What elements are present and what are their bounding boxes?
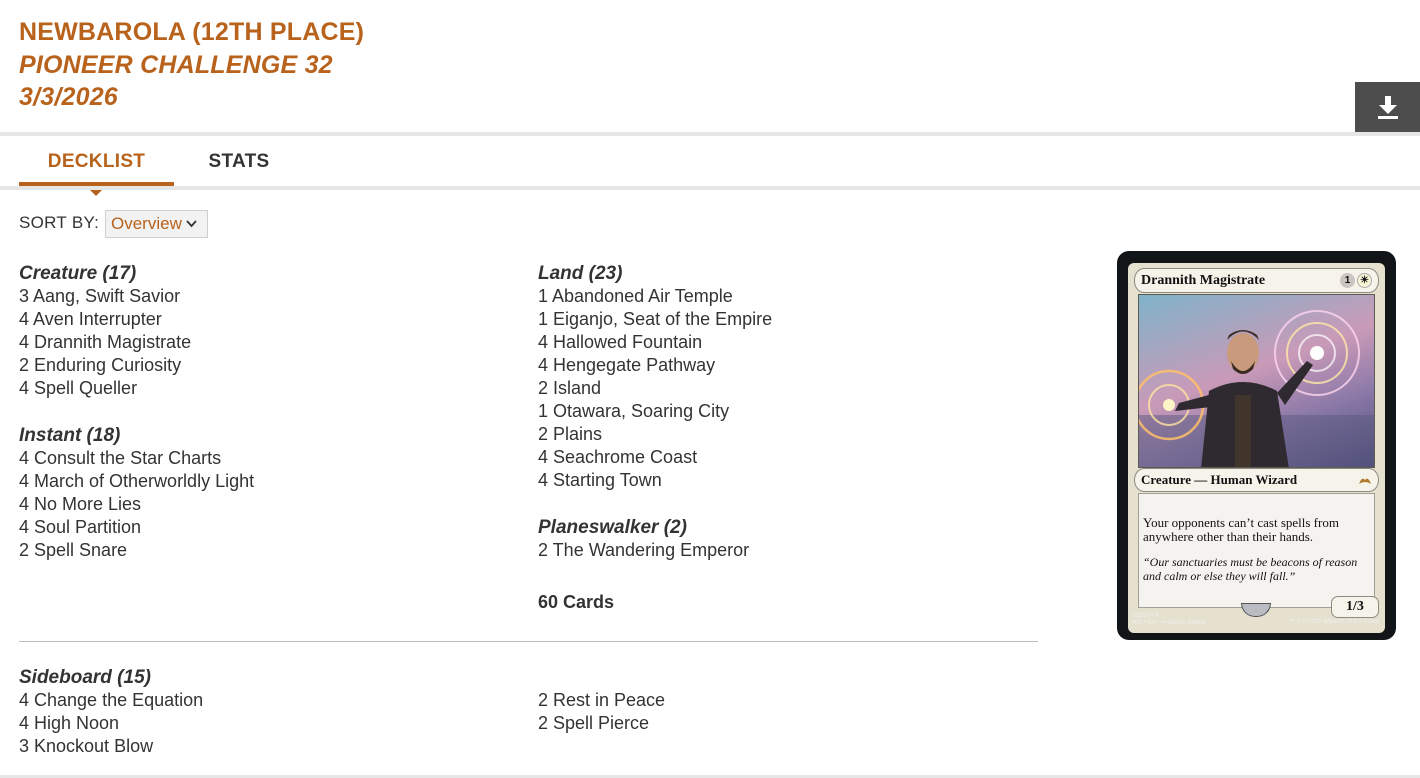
holo-stamp-icon xyxy=(1241,603,1271,617)
card-entry[interactable]: 2 Plains xyxy=(538,423,772,446)
card-entry[interactable]: 1 Eiganjo, Seat of the Empire xyxy=(538,308,772,331)
collector-number: 011/274 R xyxy=(1132,613,1160,619)
card-group-land: Land (23) 1 Abandoned Air Temple 1 Eigan… xyxy=(538,262,772,492)
card-entry[interactable]: 4 Hengegate Pathway xyxy=(538,354,772,377)
card-name: Drannith Magistrate xyxy=(1141,272,1266,288)
sort-select[interactable]: Overview xyxy=(105,210,208,238)
card-group-planeswalker: Planeswalker (2) 2 The Wandering Emperor xyxy=(538,516,772,562)
download-button[interactable] xyxy=(1355,82,1420,132)
maindeck-left-column: Creature (17) 3 Aang, Swift Savior 4 Ave… xyxy=(19,262,254,562)
event-name: PIONEER CHALLENGE 32 xyxy=(19,50,333,79)
card-group-instant: Instant (18) 4 Consult the Star Charts 4… xyxy=(19,424,254,562)
download-icon xyxy=(1377,96,1398,119)
sideboard-title: Sideboard (15) xyxy=(19,667,151,688)
card-entry[interactable]: 4 High Noon xyxy=(19,712,203,735)
group-title: Land (23) xyxy=(538,263,623,284)
card-rules-text: Your opponents can’t cast spells from an… xyxy=(1143,515,1339,544)
card-entry[interactable]: 4 March of Otherworldly Light xyxy=(19,470,254,493)
card-entry[interactable]: 4 Seachrome Coast xyxy=(538,446,772,469)
player-name: NEWBAROLA (12TH PLACE) xyxy=(19,18,365,46)
card-entry[interactable]: 3 Aang, Swift Savior xyxy=(19,285,254,308)
card-entry[interactable]: 2 Rest in Peace xyxy=(538,689,665,712)
deck-total: 60 Cards xyxy=(538,592,615,612)
card-entry[interactable]: 4 Starting Town xyxy=(538,469,772,492)
artist-credit: IKO • EN ⟿ Kieran Yanner xyxy=(1132,620,1206,626)
card-flavor-text: “Our sanctuaries must be beacons of reas… xyxy=(1143,555,1358,583)
event-date: 3/3/2026 xyxy=(19,83,118,111)
card-entry[interactable]: 4 Change the Equation xyxy=(19,689,203,712)
maindeck-right-column: Land (23) 1 Abandoned Air Temple 1 Eigan… xyxy=(538,262,772,562)
card-copyright: ™ & © 2020 Wizards of the Coast xyxy=(1288,619,1379,625)
card-type-bar: Creature — Human Wizard xyxy=(1134,468,1379,492)
card-entry[interactable]: 4 Aven Interrupter xyxy=(19,308,254,331)
tab-stats[interactable]: STATS xyxy=(174,137,304,187)
set-symbol-icon xyxy=(1359,478,1371,484)
group-title: Instant (18) xyxy=(19,425,121,446)
card-entry[interactable]: 1 Abandoned Air Temple xyxy=(538,285,772,308)
white-mana-icon: ☀ xyxy=(1357,273,1372,288)
sideboard-divider xyxy=(19,641,1038,642)
card-entry[interactable]: 4 Consult the Star Charts xyxy=(19,447,254,470)
collector-info: 011/274 R IKO • EN ⟿ Kieran Yanner xyxy=(1132,613,1206,627)
card-entry[interactable]: 4 No More Lies xyxy=(19,493,254,516)
card-artwork xyxy=(1138,294,1375,468)
card-entry[interactable]: 2 Spell Pierce xyxy=(538,712,665,735)
card-entry[interactable]: 4 Hallowed Fountain xyxy=(538,331,772,354)
card-text-box: Your opponents can’t cast spells from an… xyxy=(1138,493,1375,608)
card-entry[interactable]: 2 Spell Snare xyxy=(19,539,254,562)
sideboard-left-column: Sideboard (15) 4 Change the Equation 4 H… xyxy=(19,666,203,758)
card-name-bar: Drannith Magistrate 1 ☀ xyxy=(1134,268,1379,293)
deck-header: NEWBAROLA (12TH PLACE) PIONEER CHALLENGE… xyxy=(19,16,364,114)
card-entry[interactable]: 2 Enduring Curiosity xyxy=(19,354,254,377)
generic-mana-icon: 1 xyxy=(1340,273,1355,288)
card-preview-image: Drannith Magistrate 1 ☀ Creature — Human… xyxy=(1117,251,1396,640)
card-entry[interactable]: 2 Island xyxy=(538,377,772,400)
card-entry[interactable]: 3 Knockout Blow xyxy=(19,735,203,758)
sort-label: SORT BY: xyxy=(19,213,100,232)
card-frame: Drannith Magistrate 1 ☀ Creature — Human… xyxy=(1128,263,1385,633)
card-entry[interactable]: 4 Drannith Magistrate xyxy=(19,331,254,354)
card-entry[interactable]: 1 Otawara, Soaring City xyxy=(538,400,772,423)
power-toughness: 1/3 xyxy=(1331,596,1379,618)
card-type-line: Creature — Human Wizard xyxy=(1141,472,1298,487)
sort-selected-value: Overview xyxy=(111,214,182,233)
card-entry[interactable]: 2 The Wandering Emperor xyxy=(538,539,772,562)
group-title: Planeswalker (2) xyxy=(538,517,687,538)
card-entry[interactable]: 4 Soul Partition xyxy=(19,516,254,539)
mana-cost: 1 ☀ xyxy=(1340,273,1372,288)
sideboard-right-column: 2 Rest in Peace 2 Spell Pierce xyxy=(538,689,665,735)
group-title: Creature (17) xyxy=(19,263,137,284)
tabs-divider xyxy=(0,186,1420,190)
header-divider xyxy=(0,132,1420,136)
chevron-down-icon xyxy=(186,220,197,228)
tab-decklist[interactable]: DECKLIST xyxy=(19,137,174,187)
card-group-creature: Creature (17) 3 Aang, Swift Savior 4 Ave… xyxy=(19,262,254,400)
card-entry[interactable]: 4 Spell Queller xyxy=(19,377,254,400)
